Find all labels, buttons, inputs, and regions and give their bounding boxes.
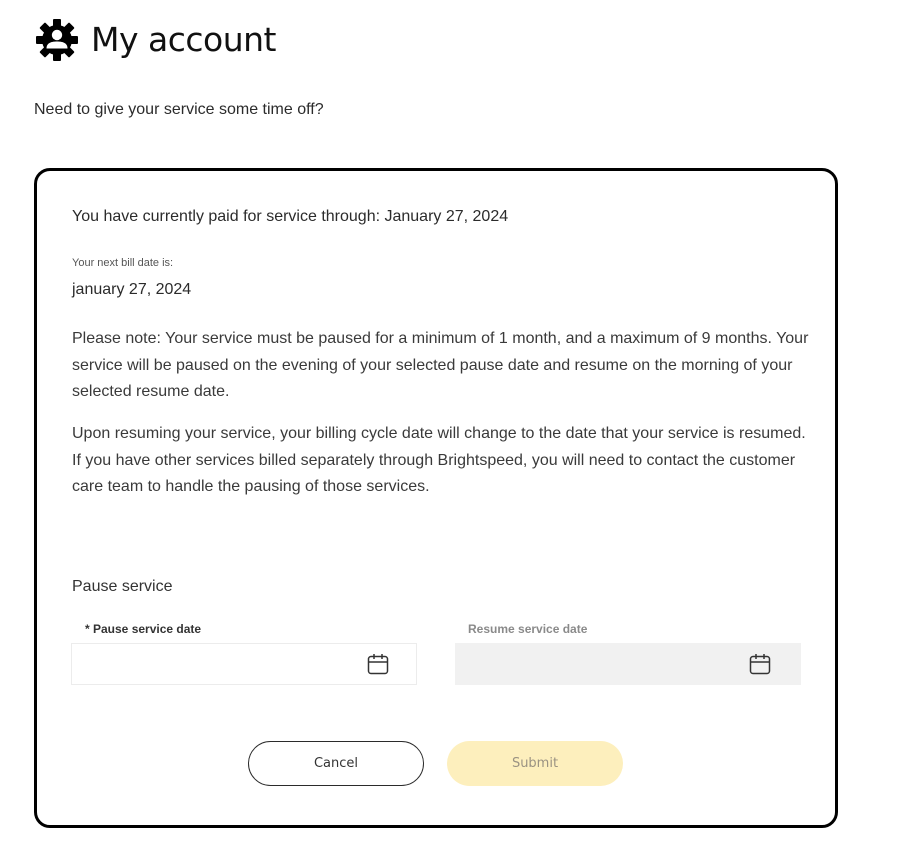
pause-service-card: You have currently paid for service thro… bbox=[34, 168, 838, 828]
pause-service-heading: Pause service bbox=[72, 578, 173, 595]
pause-date-input[interactable] bbox=[72, 644, 416, 684]
submit-button[interactable]: Submit bbox=[447, 741, 623, 786]
resume-date-picker[interactable] bbox=[455, 643, 801, 685]
next-bill-label: Your next bill date is: bbox=[72, 257, 174, 269]
page-subtitle: Need to give your service some time off? bbox=[34, 101, 324, 118]
page-header: My account bbox=[33, 16, 276, 64]
account-gear-icon bbox=[36, 19, 78, 61]
pause-date-label: * Pause service date bbox=[85, 622, 202, 636]
pause-policy-note: Please note: Your service must be paused… bbox=[72, 330, 809, 400]
paid-through-text: You have currently paid for service thro… bbox=[72, 208, 509, 225]
pause-date-picker[interactable] bbox=[71, 643, 417, 685]
page-title: My account bbox=[91, 20, 276, 59]
resume-date-label: Resume service date bbox=[468, 622, 588, 636]
resume-date-input[interactable] bbox=[456, 644, 800, 684]
billing-cycle-note: Upon resuming your service, your billing… bbox=[72, 425, 806, 495]
next-bill-date: january 27, 2024 bbox=[72, 281, 192, 298]
cancel-button[interactable]: Cancel bbox=[248, 741, 424, 786]
